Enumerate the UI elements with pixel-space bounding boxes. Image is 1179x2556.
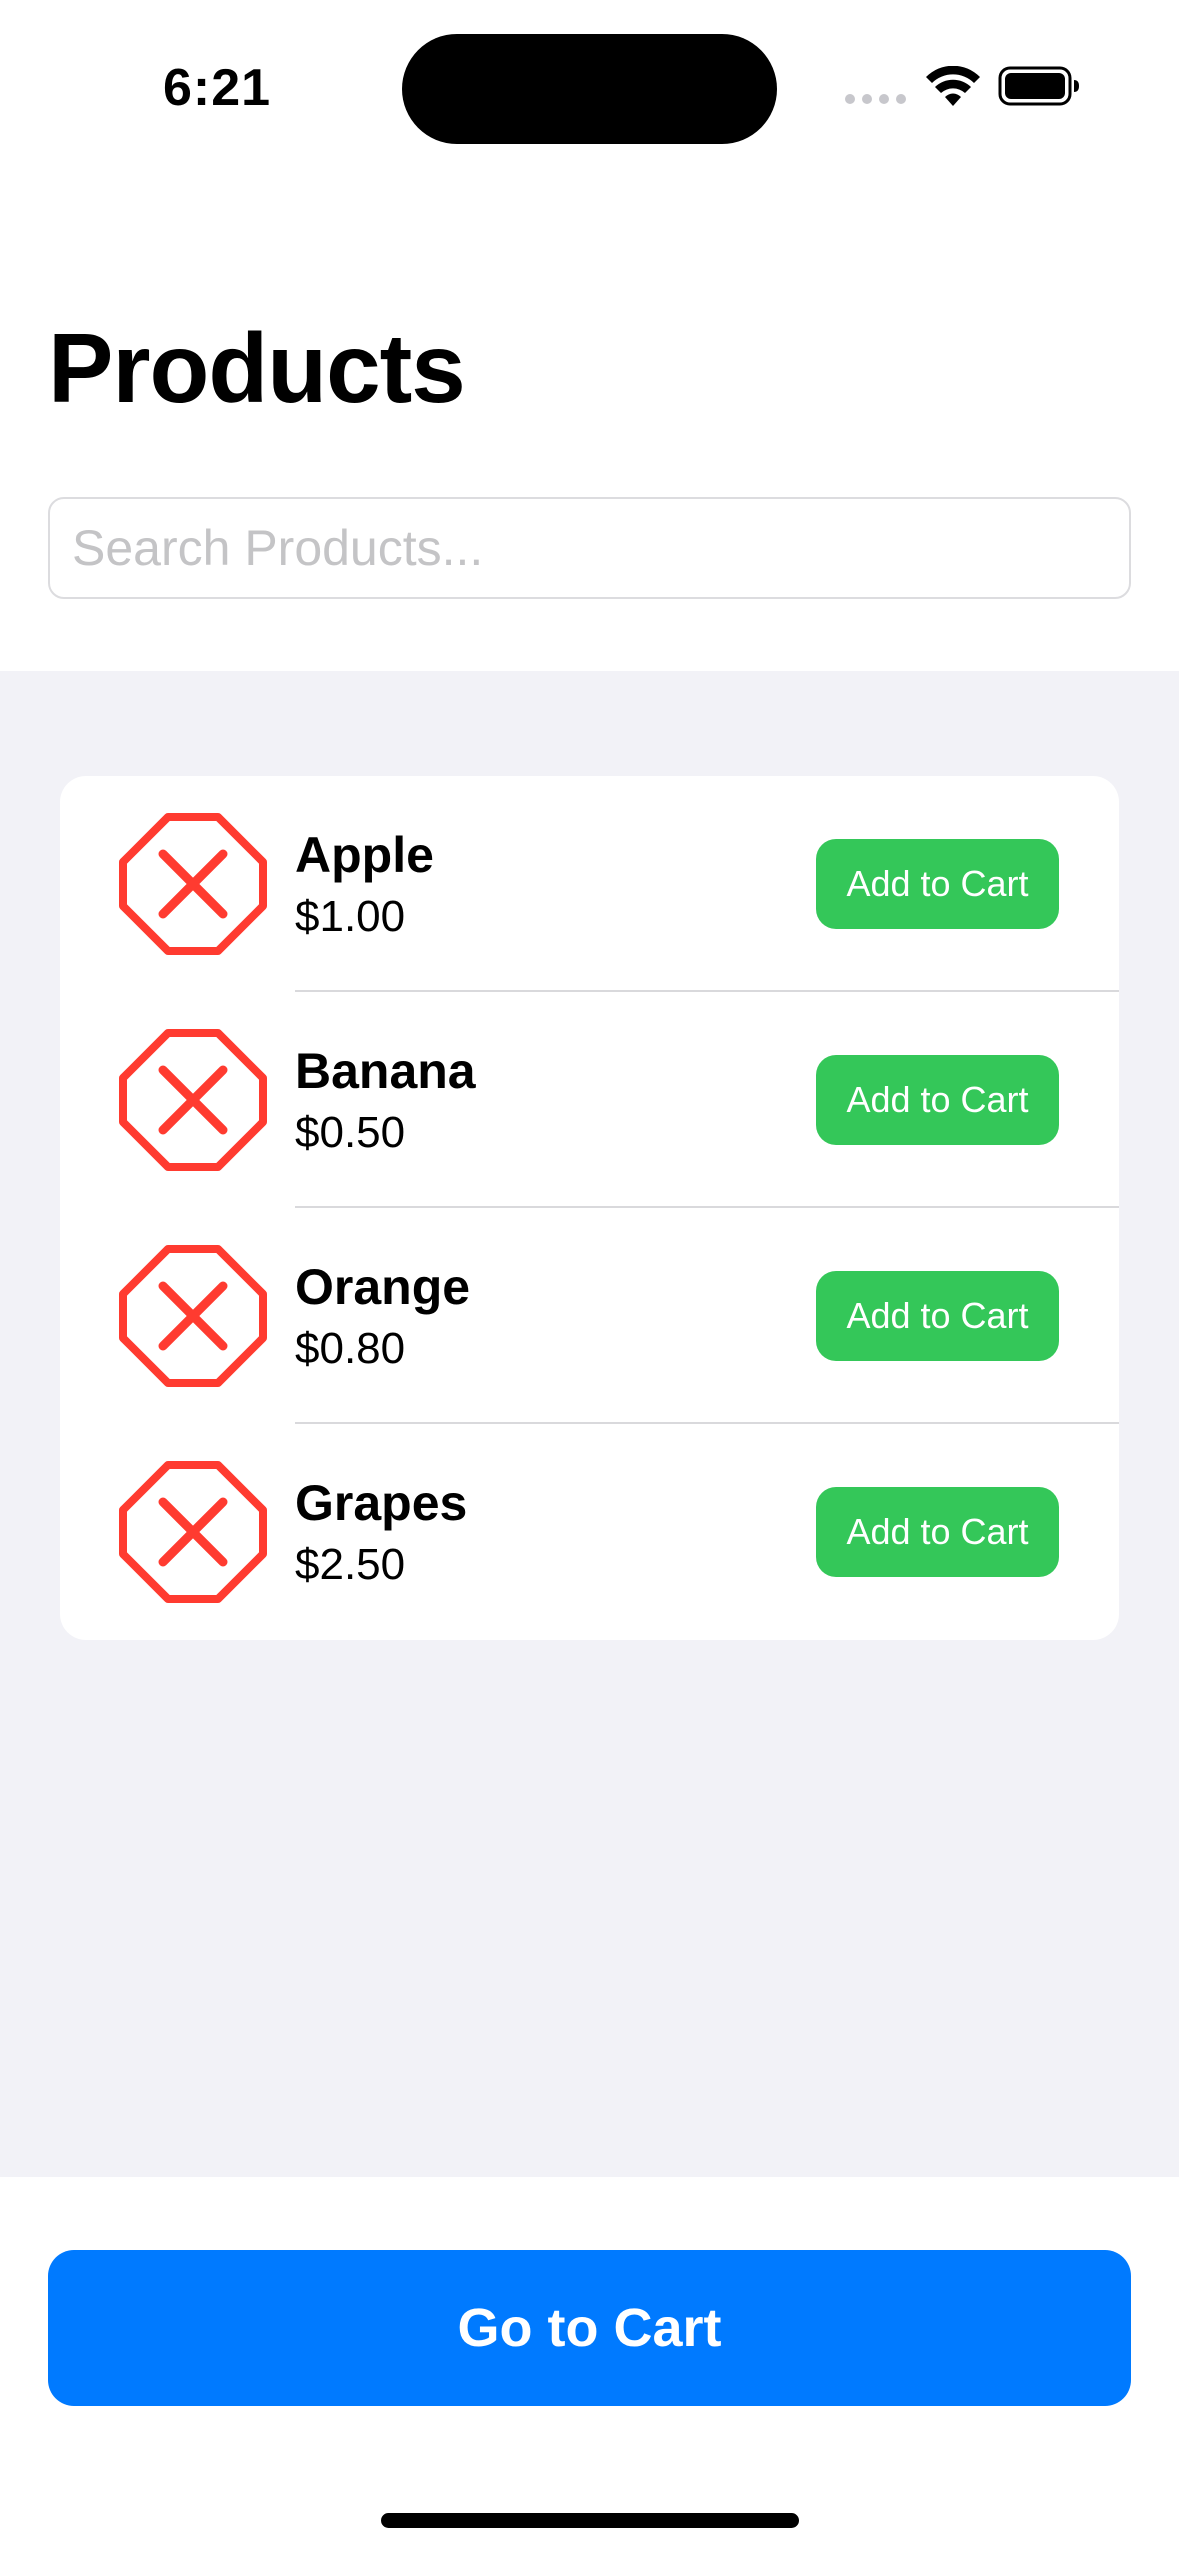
status-time: 6:21 bbox=[163, 59, 272, 117]
product-row-banana: Banana $0.50 Add to Cart bbox=[60, 992, 1119, 1208]
product-price: $1.00 bbox=[295, 892, 406, 941]
product-row-apple: Apple $1.00 Add to Cart bbox=[60, 776, 1119, 992]
add-to-cart-button[interactable]: Add to Cart bbox=[816, 1487, 1059, 1577]
wifi-icon bbox=[926, 66, 980, 106]
product-price: $0.50 bbox=[295, 1108, 406, 1157]
xmark-octagon-icon bbox=[119, 1029, 267, 1171]
xmark-octagon-icon bbox=[119, 1461, 267, 1603]
go-to-cart-button[interactable]: Go to Cart bbox=[48, 2250, 1131, 2406]
cellular-dots-icon bbox=[845, 94, 906, 104]
product-price: $0.80 bbox=[295, 1324, 406, 1373]
add-to-cart-button[interactable]: Add to Cart bbox=[816, 1055, 1059, 1145]
product-name: Orange bbox=[295, 1259, 471, 1315]
product-list-area: Apple $1.00 Add to Cart Banana $0.50 Add… bbox=[0, 671, 1179, 2177]
product-price: $2.50 bbox=[295, 1540, 406, 1589]
product-name: Grapes bbox=[295, 1475, 468, 1531]
battery-icon bbox=[998, 66, 1079, 106]
search-input[interactable] bbox=[50, 499, 1129, 597]
page-title: Products bbox=[48, 313, 466, 423]
xmark-octagon-icon bbox=[119, 1245, 267, 1387]
product-row-orange: Orange $0.80 Add to Cart bbox=[60, 1208, 1119, 1424]
home-indicator[interactable] bbox=[381, 2513, 799, 2528]
dynamic-island bbox=[402, 34, 777, 144]
status-bar: 6:21 bbox=[0, 0, 1179, 160]
product-name: Banana bbox=[295, 1043, 476, 1099]
product-list: Apple $1.00 Add to Cart Banana $0.50 Add… bbox=[60, 776, 1119, 1640]
product-row-grapes: Grapes $2.50 Add to Cart bbox=[60, 1424, 1119, 1640]
add-to-cart-button[interactable]: Add to Cart bbox=[816, 839, 1059, 929]
product-name: Apple bbox=[295, 827, 434, 883]
search-field[interactable] bbox=[48, 497, 1131, 599]
screen: 6:21 Products Apple bbox=[0, 0, 1179, 2556]
add-to-cart-button[interactable]: Add to Cart bbox=[816, 1271, 1059, 1361]
xmark-octagon-icon bbox=[119, 813, 267, 955]
